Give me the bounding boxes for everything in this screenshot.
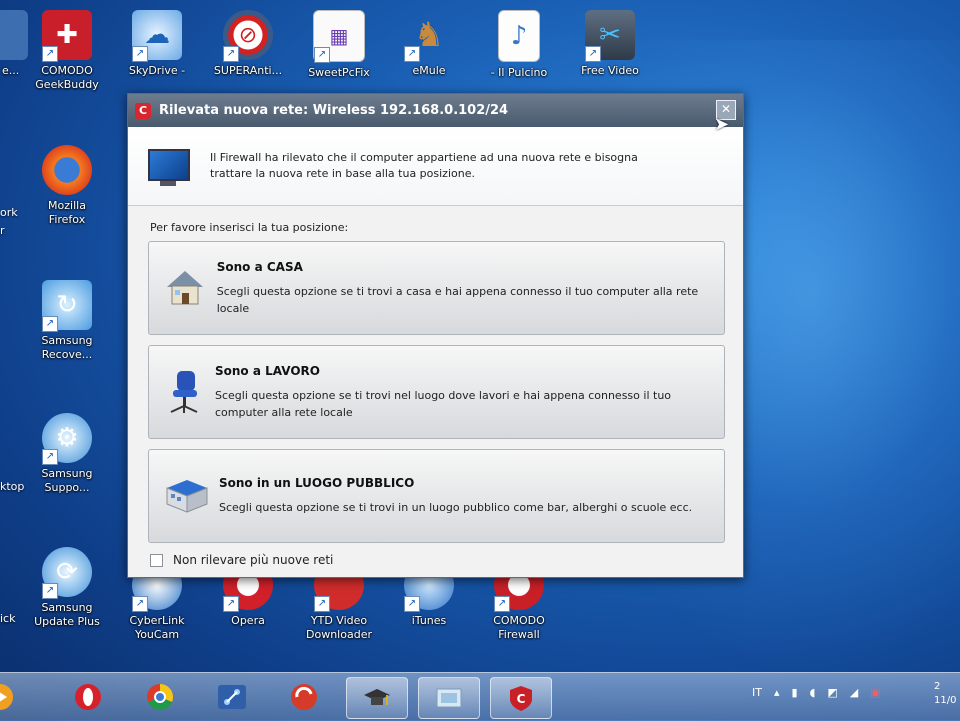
chrome-taskbar-icon xyxy=(147,684,173,710)
action-center-icon[interactable]: ◩ xyxy=(827,686,837,699)
desktop-icon-samsung-recovery[interactable]: ↻ ↗ Samsung Recove... xyxy=(22,280,112,362)
desktop-icon-label: COMODO Firewall xyxy=(493,614,545,641)
start-button[interactable] xyxy=(0,677,30,717)
option-work[interactable]: Sono a LAVORO Scegli questa opzione se t… xyxy=(148,345,725,439)
partial-label: r xyxy=(0,224,5,237)
language-indicator[interactable]: IT xyxy=(752,686,762,699)
desktop-icon-label: Samsung Recove... xyxy=(41,334,93,361)
desktop-icon-label: CyberLink YouCam xyxy=(129,614,185,641)
desktop-icon-label: - Il Pulcino xyxy=(490,66,548,79)
geekbuddy-icon: ✚ ↗ xyxy=(42,10,92,62)
option-public[interactable]: Sono in un LUOGO PUBBLICO Scegli questa … xyxy=(148,449,725,543)
monitor-icon xyxy=(148,149,190,186)
option-work-desc: Scegli questa opzione se ti trovi nel lu… xyxy=(215,388,672,419)
clock-time: 2 xyxy=(934,681,941,692)
taskbar-chrome[interactable] xyxy=(130,677,190,717)
desktop-icon-label: Opera xyxy=(231,614,265,627)
option-work-title: Sono a LAVORO xyxy=(215,363,320,378)
comodo-tray-icon[interactable]: ▣ xyxy=(870,686,880,699)
dont-detect-label: Non rilevare più nuove reti xyxy=(173,553,334,567)
taskbar-network-app[interactable] xyxy=(202,677,262,717)
option-home[interactable]: Sono a CASA Scegli questa opzione se ti … xyxy=(148,241,725,335)
desktop-icon-label: Free Video xyxy=(581,64,639,77)
emule-icon: ♞ ↗ xyxy=(404,10,454,62)
taskbar-cleaner[interactable] xyxy=(274,677,334,717)
taskbar-app-active-1[interactable] xyxy=(346,677,408,719)
partial-label: ick xyxy=(0,612,16,625)
system-tray: IT ▴ ▮ ◖ ◩ ◢ ▣ xyxy=(752,686,881,699)
graduation-taskbar-icon xyxy=(364,689,390,705)
samsung-update-icon: ⟳ ↗ xyxy=(42,547,92,599)
desktop-icon-samsung-support[interactable]: ⚙ ↗ Samsung Suppo... xyxy=(22,413,112,495)
samsung-recovery-icon: ↻ ↗ xyxy=(42,280,92,332)
house-icon xyxy=(163,265,207,311)
comodo-taskbar-icon: C xyxy=(510,686,532,711)
desktop-icon-firefox[interactable]: Mozilla Firefox xyxy=(22,145,112,227)
option-home-title: Sono a CASA xyxy=(216,259,303,274)
desktop-icon-samsung-update[interactable]: ⟳ ↗ Samsung Update Plus xyxy=(22,547,112,629)
samsung-support-icon: ⚙ ↗ xyxy=(42,413,92,465)
taskbar-clock[interactable]: 2 11/0 xyxy=(934,680,956,708)
desktop-icon-label: eMule xyxy=(412,64,446,77)
info-text: Il Firewall ha rilevato che il computer … xyxy=(210,150,638,182)
public-place-icon xyxy=(163,473,209,519)
info-line-1: Il Firewall ha rilevato che il computer … xyxy=(210,151,638,164)
option-home-desc: Scegli questa opzione se ti trovi a casa… xyxy=(216,284,699,315)
new-network-dialog: C Rilevata nuova rete: Wireless 192.168.… xyxy=(127,93,744,578)
desktop-icon-superantispyware[interactable]: ⊘ ↗ SUPERAnti... xyxy=(203,10,293,78)
taskbar-opera[interactable] xyxy=(58,677,118,717)
desktop-icon-label: iTunes xyxy=(411,614,447,627)
desktop-icon-free-video[interactable]: ✂ ↗ Free Video xyxy=(565,10,655,78)
taskbar-app-active-2[interactable] xyxy=(418,677,480,719)
window-taskbar-icon xyxy=(436,688,462,708)
free-video-icon: ✂ ↗ xyxy=(585,10,635,62)
dialog-title: Rilevata nuova rete: Wireless 192.168.0.… xyxy=(159,103,509,118)
desktop-icon-label: SUPERAnti... xyxy=(213,64,283,77)
option-public-title: Sono in un LUOGO PUBBLICO xyxy=(219,476,415,490)
show-hidden-icons-icon[interactable]: ▴ xyxy=(774,686,780,699)
firefox-icon xyxy=(42,145,92,195)
info-banner: Il Firewall ha rilevato che il computer … xyxy=(128,127,743,206)
svg-text:C: C xyxy=(517,692,526,706)
desktop-icon-label: Samsung Suppo... xyxy=(41,467,93,494)
dont-detect-checkbox[interactable] xyxy=(150,553,163,567)
desktop-icon-label: YTD Video Downloader xyxy=(306,614,372,641)
superantispyware-icon: ⊘ ↗ xyxy=(223,10,273,62)
network-signal-icon[interactable]: ◢ xyxy=(850,686,858,699)
desktop-icon-emule[interactable]: ♞ ↗ eMule xyxy=(384,10,474,78)
comodo-logo-icon: C xyxy=(135,102,151,119)
dont-detect-row[interactable]: Non rilevare più nuove reti xyxy=(150,553,743,567)
desktop-icon-label: COMODO GeekBuddy xyxy=(35,64,99,91)
desktop-icon-geekbuddy[interactable]: ✚ ↗ COMODO GeekBuddy xyxy=(22,10,112,92)
desktop-icon-label: Samsung Update Plus xyxy=(34,601,100,628)
desktop-icon-label: SweetPcFix xyxy=(308,66,370,79)
desktop-icon-label: SkyDrive - xyxy=(128,64,186,77)
desktop-icon-mp3[interactable]: ♪ - Il Pulcino xyxy=(474,10,564,80)
clock-date: 11/0 xyxy=(934,695,957,706)
location-prompt: Per favore inserisci la tua posizione: xyxy=(150,221,349,234)
cleaner-taskbar-icon xyxy=(291,684,317,710)
opera-taskbar-icon xyxy=(75,684,101,710)
office-chair-icon xyxy=(163,369,205,415)
taskbar-comodo[interactable]: C xyxy=(490,677,552,719)
dialog-titlebar[interactable]: C Rilevata nuova rete: Wireless 192.168.… xyxy=(128,94,743,127)
skydrive-icon: ☁ ↗ xyxy=(132,10,182,62)
sweetpcfix-icon: ▦ ↗ xyxy=(313,10,365,63)
desktop-icon-skydrive[interactable]: ☁ ↗ SkyDrive - xyxy=(112,10,202,78)
volume-icon[interactable]: ◖ xyxy=(810,686,816,699)
desktop-icon-sweetpcfix[interactable]: ▦ ↗ SweetPcFix xyxy=(294,10,384,80)
info-line-2: trattare la nuova rete in base alla tua … xyxy=(210,167,475,180)
network-app-taskbar-icon xyxy=(218,685,246,709)
safely-remove-icon[interactable]: ▮ xyxy=(792,686,798,699)
mouse-cursor-icon: ➤ xyxy=(714,114,730,135)
desktop-icon-label: Mozilla Firefox xyxy=(48,199,86,226)
partial-label: ktop xyxy=(0,480,25,493)
partial-label: ork xyxy=(0,206,18,219)
option-public-desc: Scegli questa opzione se ti trovi in un … xyxy=(219,501,693,514)
mp3-file-icon: ♪ xyxy=(498,10,540,62)
